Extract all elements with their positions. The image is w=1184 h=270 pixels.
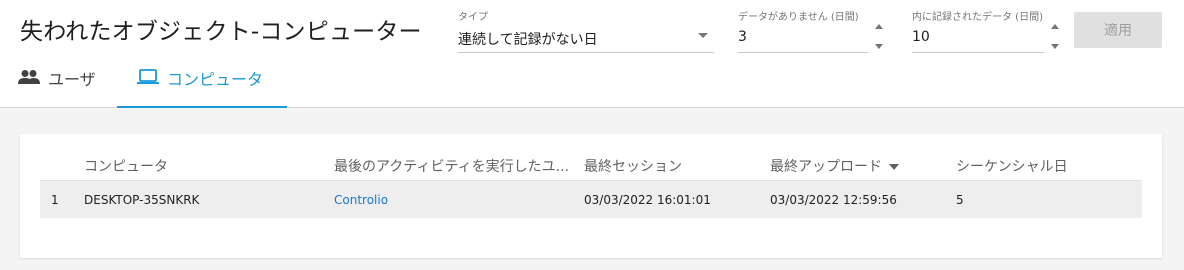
type-select-underline (458, 52, 714, 53)
laptop-icon (137, 69, 159, 89)
dropdown-arrow-icon[interactable] (698, 33, 708, 38)
tab-computers-label: コンピュータ (167, 70, 264, 89)
column-header-computer[interactable]: コンピュータ (84, 156, 168, 176)
type-select-value[interactable]: 連続して記録がない日 (458, 29, 714, 49)
type-select[interactable]: タイプ 連続して記録がない日 (458, 8, 714, 53)
tab-users-label: ユーザ (48, 70, 96, 89)
column-header-last-session[interactable]: 最終セッション (584, 156, 682, 176)
no-data-days-field[interactable]: データがありません (日間) 3 (738, 8, 883, 53)
tab-computers[interactable]: コンピュータ (117, 66, 287, 108)
row-index: 1 (51, 193, 59, 207)
sort-descending-icon[interactable] (889, 164, 899, 170)
apply-button[interactable]: 適用 (1074, 12, 1162, 48)
column-header-last-user[interactable]: 最後のアクティビティを実行したユ... (334, 156, 569, 176)
users-icon (18, 69, 40, 89)
no-data-days-underline (738, 52, 868, 53)
decrement-icon[interactable] (1051, 44, 1059, 49)
no-data-days-label: データがありません (日間) (738, 12, 859, 23)
table-row[interactable]: 1 DESKTOP-35SNKRK Controlio 03/03/2022 1… (40, 180, 1142, 218)
decrement-icon[interactable] (875, 44, 883, 49)
no-data-days-input[interactable]: 3 (738, 29, 868, 45)
last-upload-value: 03/03/2022 12:59:56 (770, 193, 897, 207)
records-within-field[interactable]: 内に記録されたデータ (日間) 10 (912, 8, 1059, 53)
increment-icon[interactable] (875, 24, 883, 29)
computer-name: DESKTOP-35SNKRK (84, 193, 200, 207)
last-user-link[interactable]: Controlio (334, 193, 388, 207)
column-header-last-upload-label: 最終アップロード (770, 159, 882, 175)
column-header-last-upload[interactable]: 最終アップロード (770, 156, 899, 176)
page-title: 失われたオブジェクト-コンピューター (20, 19, 422, 45)
increment-icon[interactable] (1051, 24, 1059, 29)
header-bar: 失われたオブジェクト-コンピューター タイプ 連続して記録がない日 データがあり… (0, 0, 1184, 108)
records-within-label: 内に記録されたデータ (日間) (912, 12, 1043, 23)
sequential-days-value: 5 (956, 193, 964, 207)
last-session-value: 03/03/2022 16:01:01 (584, 193, 711, 207)
type-select-label: タイプ (458, 12, 488, 23)
results-card: コンピュータ 最後のアクティビティを実行したユ... 最終セッション 最終アップ… (20, 134, 1162, 258)
tab-users[interactable]: ユーザ (18, 66, 108, 108)
column-header-sequential-days[interactable]: シーケンシャル日 (956, 156, 1068, 176)
records-within-input[interactable]: 10 (912, 29, 1044, 45)
records-within-underline (912, 52, 1044, 53)
